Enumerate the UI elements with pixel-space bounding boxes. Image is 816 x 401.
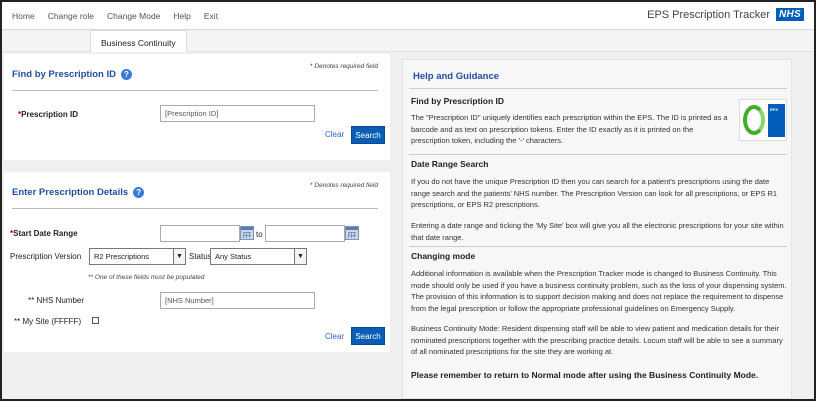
divider bbox=[409, 88, 787, 89]
required-note: * Denotes required field bbox=[310, 63, 378, 70]
help-panel: Help and Guidance EPS Find by Prescripti… bbox=[402, 59, 792, 399]
status-value: Any Status bbox=[215, 252, 252, 261]
help-heading-find: Find by Prescription ID bbox=[411, 96, 505, 106]
help-text-date-range-1: If you do not have the unique Prescripti… bbox=[411, 177, 778, 209]
start-date-label-text: Start Date Range bbox=[13, 229, 78, 238]
help-heading-changing-mode: Changing mode bbox=[411, 251, 476, 261]
nav-exit[interactable]: Exit bbox=[204, 11, 218, 21]
prescription-id-input[interactable]: [Prescription ID] bbox=[160, 105, 315, 122]
nhs-logo: NHS bbox=[775, 8, 804, 21]
calendar-icon[interactable] bbox=[240, 226, 254, 240]
find-clear-link[interactable]: Clear bbox=[325, 130, 344, 139]
divider bbox=[409, 154, 787, 155]
help-icon[interactable]: ? bbox=[121, 69, 132, 80]
prescription-version-value: R2 Prescriptions bbox=[94, 252, 150, 261]
my-site-label: ** My Site (FFFFF) bbox=[14, 317, 82, 326]
help-text-changing-mode-2: Business Continuity Mode: Resident dispe… bbox=[411, 324, 783, 356]
start-date-from-input[interactable] bbox=[160, 225, 240, 242]
nav-help[interactable]: Help bbox=[173, 11, 190, 21]
nav-home[interactable]: Home bbox=[12, 11, 35, 21]
calendar-icon[interactable] bbox=[345, 226, 359, 240]
prescription-id-label-text: Prescription ID bbox=[21, 110, 79, 119]
chevron-down-icon: ▼ bbox=[173, 249, 185, 264]
main-nav: Home Change role Change Mode Help Exit bbox=[12, 11, 231, 21]
help-heading-date-range: Date Range Search bbox=[411, 159, 489, 169]
details-search-button[interactable]: Search bbox=[351, 327, 385, 345]
nhs-number-label: ** NHS Number bbox=[28, 296, 85, 305]
divider bbox=[12, 208, 378, 209]
divider bbox=[12, 90, 378, 91]
tab-row: Business Continuity bbox=[2, 30, 814, 53]
help-text-date-range-2: Entering a date range and ticking the 'M… bbox=[411, 221, 784, 242]
fields-note: ** One of these fields must be populated bbox=[88, 274, 205, 281]
status-select[interactable]: Any Status ▼ bbox=[210, 248, 307, 265]
eps-swirl-icon bbox=[743, 105, 765, 135]
details-title-text: Enter Prescription Details bbox=[12, 187, 129, 198]
to-label: to bbox=[256, 230, 263, 239]
find-by-id-title: Find by Prescription ID ? bbox=[12, 69, 132, 80]
nav-change-role[interactable]: Change role bbox=[48, 11, 94, 21]
nhs-number-input[interactable]: [NHS Number] bbox=[160, 292, 315, 309]
help-reminder: Please remember to return to Normal mode… bbox=[411, 370, 759, 380]
find-by-id-panel: Find by Prescription ID ? * Denotes requ… bbox=[4, 54, 390, 160]
details-panel: Enter Prescription Details ? * Denotes r… bbox=[4, 172, 390, 352]
my-site-checkbox[interactable] bbox=[92, 317, 99, 324]
eps-logo-text: EPS bbox=[770, 107, 779, 112]
help-text-changing-mode-1: Additional information is available when… bbox=[411, 269, 787, 313]
divider bbox=[409, 246, 787, 247]
required-note: * Denotes required field bbox=[310, 182, 378, 189]
help-icon[interactable]: ? bbox=[133, 187, 145, 198]
details-title: Enter Prescription Details ? bbox=[12, 187, 145, 198]
help-text-find: The "Prescription ID" uniquely identifie… bbox=[411, 113, 728, 145]
tab-business-continuity[interactable]: Business Continuity bbox=[90, 30, 187, 53]
prescription-version-select[interactable]: R2 Prescriptions ▼ bbox=[89, 248, 186, 265]
nav-change-mode[interactable]: Change Mode bbox=[107, 11, 160, 21]
required-note-text: Denotes required field bbox=[314, 63, 378, 70]
help-title: Help and Guidance bbox=[413, 71, 500, 82]
required-note-text: Denotes required field bbox=[314, 182, 378, 189]
brand: EPS Prescription Tracker NHS bbox=[647, 8, 804, 21]
eps-badge: EPS bbox=[768, 104, 785, 137]
start-date-label: *Start Date Range bbox=[10, 229, 78, 238]
start-date-to-input[interactable] bbox=[265, 225, 345, 242]
chevron-down-icon: ▼ bbox=[294, 249, 306, 264]
find-search-button[interactable]: Search bbox=[351, 126, 385, 144]
find-by-id-title-text: Find by Prescription ID bbox=[12, 69, 116, 80]
top-nav-bar: Home Change role Change Mode Help Exit E… bbox=[2, 2, 814, 30]
content-area: Find by Prescription ID ? * Denotes requ… bbox=[2, 52, 814, 399]
prescription-version-label: Prescription Version bbox=[10, 252, 82, 261]
prescription-id-label: *Prescription ID bbox=[18, 110, 79, 119]
status-label: Status bbox=[189, 252, 212, 261]
details-clear-link[interactable]: Clear bbox=[325, 332, 344, 341]
app-title: EPS Prescription Tracker bbox=[647, 8, 770, 21]
eps-logo: EPS bbox=[739, 99, 787, 141]
